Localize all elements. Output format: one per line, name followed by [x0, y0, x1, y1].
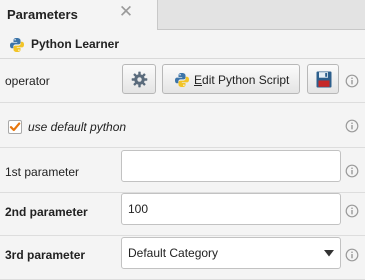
- dropdown-arrow-icon: [324, 250, 334, 257]
- info-icon[interactable]: [345, 204, 359, 218]
- close-icon[interactable]: ✕: [118, 3, 134, 20]
- info-icon[interactable]: [345, 119, 359, 133]
- param-label-1: 1st parameter: [5, 165, 80, 179]
- param-input-2[interactable]: 100: [121, 193, 341, 225]
- floppy-disk-icon: [316, 71, 332, 88]
- param-row-1: 1st parameter: [0, 148, 365, 193]
- checkmark-icon: [9, 122, 21, 132]
- param-label-3: 3rd parameter: [5, 248, 86, 262]
- tab-strip: Parameters ✕: [0, 0, 365, 31]
- operator-title: Python Learner: [31, 37, 120, 51]
- python-icon: [10, 38, 24, 52]
- info-icon[interactable]: [345, 164, 359, 178]
- python-icon: [175, 73, 189, 87]
- param-row-2: 2nd parameter 100: [0, 193, 365, 236]
- info-icon[interactable]: [345, 248, 359, 262]
- use-default-python-checkbox[interactable]: [8, 120, 22, 134]
- param-input-1[interactable]: [121, 150, 341, 182]
- param-row-3: 3rd parameter Default Category: [0, 236, 365, 280]
- edit-python-script-button[interactable]: Edit Python Script: [162, 64, 300, 94]
- param-select-3[interactable]: Default Category: [121, 237, 341, 269]
- use-default-python-label: use default python: [28, 120, 127, 134]
- edit-label-rest: dit Python Script: [202, 73, 290, 87]
- save-script-button[interactable]: [307, 64, 339, 94]
- operator-row: operator Edit Python Script: [0, 59, 365, 103]
- operator-settings-button[interactable]: [122, 64, 156, 94]
- info-icon[interactable]: [345, 74, 359, 88]
- param-label-2: 2nd parameter: [5, 205, 88, 219]
- operator-header: Python Learner: [0, 30, 365, 59]
- mnemonic-letter: E: [194, 73, 203, 87]
- tab-parameters[interactable]: Parameters ✕: [0, 0, 158, 31]
- param-select-3-value: Default Category: [128, 246, 219, 260]
- edit-python-script-label: Edit Python Script: [194, 73, 289, 87]
- parameters-panel: Python Learner operator Edit Python Scri…: [0, 30, 365, 280]
- gear-icon: [131, 71, 148, 88]
- use-default-python-row: use default python: [0, 103, 365, 148]
- operator-label: operator: [5, 74, 50, 88]
- tab-title: Parameters: [7, 7, 78, 22]
